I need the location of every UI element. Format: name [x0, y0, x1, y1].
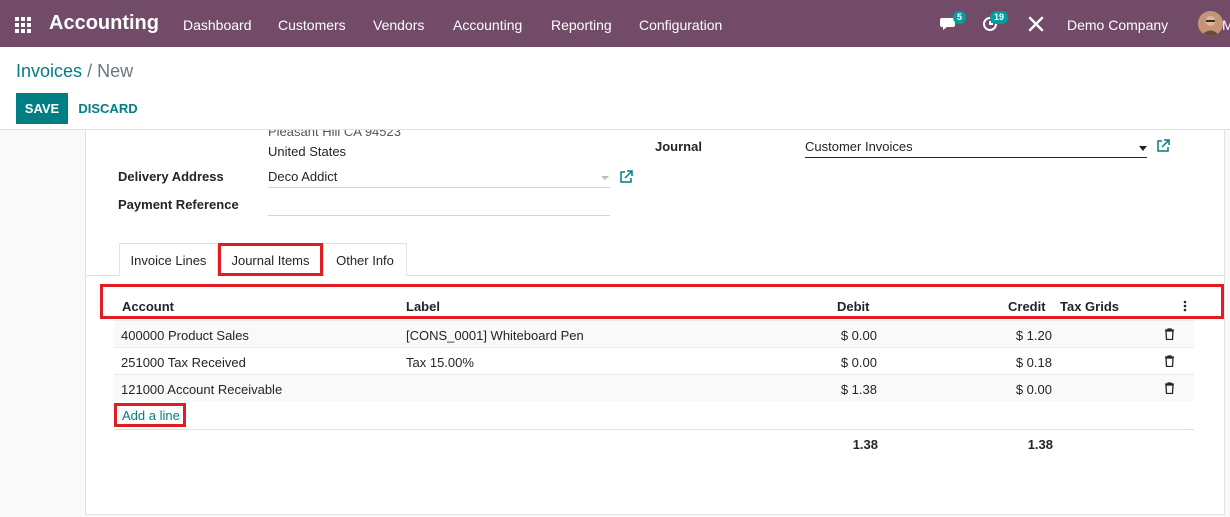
- avatar[interactable]: [1198, 11, 1223, 36]
- tab-other-info[interactable]: Other Info: [323, 243, 407, 276]
- row-credit[interactable]: $ 1.20: [952, 328, 1052, 343]
- journal-label: Journal: [655, 139, 702, 154]
- table-row[interactable]: 400000 Product Sales [CONS_0001] Whitebo…: [114, 320, 1194, 347]
- column-tax-grids[interactable]: Tax Grids: [1060, 299, 1119, 314]
- table-header-highlight: [100, 284, 1224, 319]
- trash-icon[interactable]: [1164, 328, 1175, 340]
- column-account[interactable]: Account: [122, 299, 174, 314]
- breadcrumb-separator: /: [87, 61, 93, 81]
- menu-accounting[interactable]: Accounting: [453, 17, 522, 33]
- payment-reference-label: Payment Reference: [118, 197, 239, 212]
- top-navbar: Accounting Dashboard Customers Vendors A…: [0, 0, 1230, 47]
- app-title[interactable]: Accounting: [49, 12, 159, 35]
- total-credit: 1.38: [1027, 437, 1053, 452]
- journal-value: Customer Invoices: [805, 139, 913, 154]
- save-button[interactable]: SAVE: [16, 93, 68, 124]
- delivery-address-label: Delivery Address: [118, 169, 224, 184]
- menu-reporting[interactable]: Reporting: [551, 17, 612, 33]
- row-account[interactable]: 251000 Tax Received: [121, 355, 246, 370]
- row-credit[interactable]: $ 0.00: [952, 382, 1052, 397]
- tab-journal-items[interactable]: Journal Items: [218, 243, 323, 276]
- table-row[interactable]: 251000 Tax Received Tax 15.00% $ 0.00 $ …: [114, 347, 1194, 374]
- delivery-address-value: Deco Addict: [268, 169, 338, 184]
- add-line-link[interactable]: Add a line: [114, 403, 186, 427]
- row-debit[interactable]: $ 1.38: [777, 382, 877, 397]
- column-options-icon[interactable]: [1183, 300, 1187, 312]
- column-label[interactable]: Label: [406, 299, 440, 314]
- address-line: Pleasant Hill CA 94523: [268, 130, 401, 139]
- delivery-address-dropdown-icon[interactable]: [601, 176, 609, 180]
- discard-button[interactable]: DISCARD: [70, 93, 146, 124]
- address-country: United States: [268, 144, 347, 159]
- control-panel: Invoices / New SAVE DISCARD: [0, 47, 1230, 130]
- row-label[interactable]: [CONS_0001] Whiteboard Pen: [406, 328, 584, 343]
- column-debit[interactable]: Debit: [837, 299, 870, 314]
- row-credit[interactable]: $ 0.18: [952, 355, 1052, 370]
- journal-field[interactable]: Customer Invoices: [805, 136, 1147, 158]
- breadcrumb-current: New: [97, 61, 134, 81]
- journal-dropdown-icon[interactable]: [1139, 146, 1147, 151]
- trash-icon[interactable]: [1164, 355, 1175, 367]
- tab-invoice-lines[interactable]: Invoice Lines: [119, 243, 218, 276]
- menu-customers[interactable]: Customers: [278, 17, 346, 33]
- delivery-address-field[interactable]: Deco Addict: [268, 166, 610, 188]
- breadcrumb-invoices[interactable]: Invoices: [16, 61, 82, 81]
- column-credit[interactable]: Credit: [1008, 299, 1046, 314]
- form-sheet: Pleasant Hill CA 94523 United States Del…: [85, 130, 1225, 515]
- user-name[interactable]: M: [1222, 17, 1230, 33]
- tools-button[interactable]: [1028, 16, 1044, 35]
- menu-configuration[interactable]: Configuration: [639, 17, 722, 33]
- external-link-icon[interactable]: [619, 170, 633, 184]
- messages-button[interactable]: 5: [940, 11, 967, 35]
- row-account[interactable]: 400000 Product Sales: [121, 328, 249, 343]
- tools-icon: [1028, 16, 1044, 32]
- row-account[interactable]: 121000 Account Receivable: [121, 382, 282, 397]
- menu-vendors[interactable]: Vendors: [373, 17, 424, 33]
- table-row[interactable]: 121000 Account Receivable $ 1.38 $ 0.00: [114, 374, 1194, 401]
- trash-icon[interactable]: [1164, 382, 1175, 394]
- breadcrumb: Invoices / New: [16, 61, 133, 82]
- external-link-icon[interactable]: [1156, 139, 1170, 153]
- activities-count-badge: 19: [990, 11, 1009, 24]
- totals-divider: [114, 429, 1194, 430]
- row-label[interactable]: Tax 15.00%: [406, 355, 474, 370]
- row-debit[interactable]: $ 0.00: [777, 328, 877, 343]
- menu-dashboard[interactable]: Dashboard: [183, 17, 252, 33]
- messages-count-badge: 5: [953, 11, 967, 24]
- company-switcher[interactable]: Demo Company: [1067, 17, 1168, 33]
- activities-button[interactable]: 19: [982, 11, 1009, 35]
- apps-grid-icon[interactable]: [15, 17, 31, 33]
- row-debit[interactable]: $ 0.00: [777, 355, 877, 370]
- total-debit: 1.38: [852, 437, 878, 452]
- payment-reference-field[interactable]: [268, 194, 610, 216]
